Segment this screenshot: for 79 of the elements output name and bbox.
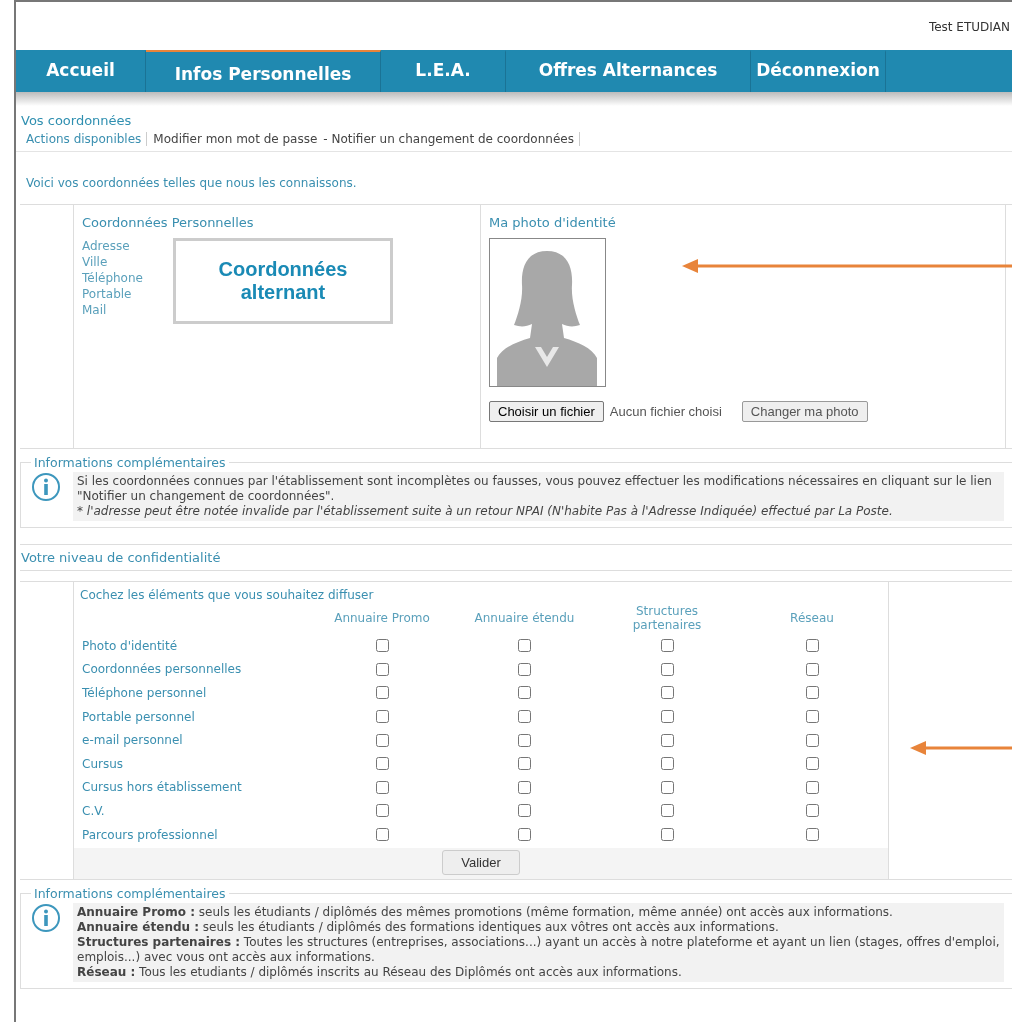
callout-label: Coordonnées alternant [172, 238, 393, 324]
info-legend: Informations complémentaires [31, 886, 229, 902]
checkbox[interactable] [805, 757, 819, 771]
actions-label: Actions disponibles [26, 132, 148, 146]
intro-text: Voici vos coordonnées telles que nous les connaissons. [25, 175, 358, 192]
checkbox[interactable] [660, 710, 674, 724]
checkbox[interactable] [375, 828, 389, 842]
checkbox[interactable] [805, 780, 819, 794]
user-name: Test ETUDIAN [928, 20, 1010, 34]
row-label: Cursus hors établissement [82, 779, 243, 797]
checkbox[interactable] [660, 757, 674, 771]
checkbox[interactable] [805, 828, 819, 842]
checkbox[interactable] [660, 686, 674, 700]
choose-file-button[interactable]: Choisir un fichier [489, 401, 604, 422]
panel-title: Ma photo d'identité [489, 215, 617, 230]
column-header: Structures partenaires [631, 603, 703, 634]
column-header: Réseau [790, 610, 834, 627]
row-label: Photo d'identité [82, 637, 179, 655]
column-header: Annuaire étendu [474, 610, 575, 627]
panel-title: Coordonnées Personnelles [82, 215, 255, 230]
checkbox[interactable] [660, 639, 674, 653]
field-label: Téléphone [82, 270, 143, 286]
info-paragraph: Réseau : Tous les etudiants / diplômés inscrits au Réseau des Diplômés ont accès aux informations. [77, 965, 683, 981]
section-title: Votre niveau de confidentialité [20, 544, 1012, 571]
row-label: e-mail personnel [82, 732, 184, 750]
row-label: Parcours professionnel [82, 826, 219, 844]
checkbox[interactable] [518, 639, 531, 653]
checkbox[interactable] [375, 804, 389, 818]
field-label: Mail [82, 302, 108, 318]
info-icon [31, 472, 61, 502]
checkbox[interactable] [518, 780, 531, 794]
file-status: Aucun fichier choisi [609, 404, 722, 419]
checkbox[interactable] [375, 757, 389, 771]
info-paragraph: Structures partenaires : Toutes les structures (entreprises, associations...) ayant un accès à notre plateforme et ayant un lien (stages, offres d'emploi, emplois...) avec vous ont accès aux informations. [77, 935, 1000, 966]
action-link[interactable]: Modifier mon mot de passe [153, 132, 318, 146]
checkbox[interactable] [805, 733, 819, 747]
row-label: Téléphone personnel [82, 685, 208, 702]
field-label: Portable [82, 286, 133, 302]
info-paragraph: Annuaire étendu : seuls les étudiants / diplômés des formations identiques aux vôtres ont accès aux informations. [77, 920, 780, 936]
row-label: Coordonnées personnelles [82, 661, 243, 679]
validate-button[interactable]: Valider [442, 850, 520, 876]
checkbox[interactable] [660, 828, 674, 842]
row-label: Cursus [82, 755, 125, 773]
checkbox[interactable] [518, 686, 531, 700]
checkbox[interactable] [375, 780, 389, 794]
checkbox[interactable] [518, 710, 531, 724]
info-paragraph: Annuaire Promo : seuls les étudiants / diplômés des mêmes promotions (même formation, même année) ont accès aux informations. [77, 905, 894, 921]
info-paragraph: * l'adresse peut être notée invalide par l'établissement suite à un retour NPAI (N'habite Pas à l'Adresse Indiquée) effectué par La Poste. [77, 504, 894, 519]
checkbox[interactable] [375, 686, 389, 700]
checkbox[interactable] [805, 686, 819, 700]
checkbox[interactable] [375, 639, 389, 653]
action-link[interactable]: - Notifier un changement de coordonnées [323, 132, 580, 146]
checkbox[interactable] [660, 804, 674, 818]
change-photo-button[interactable]: Changer ma photo [741, 401, 868, 422]
checkbox[interactable] [660, 780, 674, 794]
checkbox[interactable] [660, 733, 674, 747]
checkbox[interactable] [375, 733, 389, 747]
checkbox[interactable] [660, 662, 674, 676]
field-label: Ville [82, 254, 109, 270]
column-header: Annuaire Promo [334, 610, 430, 627]
checkbox[interactable] [518, 828, 531, 842]
info-paragraph: Si les coordonnées connues par l'établissement sont incomplètes ou fausses, vous pouvez effectuer les modifications nécessaires en cliquant sur le lien "Notifier un changement de coordonnées". [77, 474, 993, 504]
row-label: C.V. [82, 802, 106, 820]
checkbox[interactable] [518, 757, 531, 771]
info-icon [31, 903, 61, 934]
checkbox[interactable] [375, 710, 389, 724]
checkbox[interactable] [518, 804, 531, 818]
field-label: Adresse [82, 238, 131, 254]
instruction-text: Cochez les éléments que vous souhaitez diffuser [79, 588, 375, 602]
checkbox[interactable] [518, 662, 531, 676]
info-legend: Informations complémentaires [31, 455, 229, 470]
checkbox[interactable] [805, 804, 819, 818]
row-label: Portable personnel [82, 708, 196, 726]
checkbox[interactable] [518, 733, 531, 747]
checkbox[interactable] [805, 639, 819, 653]
checkbox[interactable] [805, 662, 819, 676]
checkbox[interactable] [805, 710, 819, 724]
section-title: Vos coordonnées [20, 112, 133, 130]
checkbox[interactable] [375, 662, 389, 676]
